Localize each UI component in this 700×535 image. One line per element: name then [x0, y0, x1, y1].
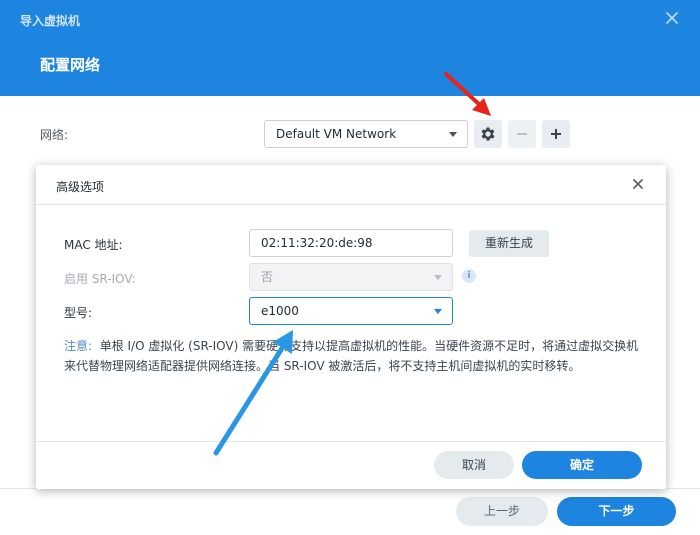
ok-button[interactable]: 确定	[522, 451, 642, 479]
mac-address-label: MAC 地址:	[64, 238, 123, 252]
advanced-options-dialog: 高级选项 MAC 地址: 02:11:32:20:de:98 重新生成 启用 S…	[36, 165, 666, 489]
model-select[interactable]: e1000	[249, 297, 453, 325]
plus-icon	[551, 129, 561, 139]
gear-icon	[481, 127, 495, 141]
model-label: 型号:	[64, 306, 93, 320]
wizard-title: 导入虚拟机	[20, 14, 81, 28]
info-icon[interactable]: i	[462, 269, 476, 283]
network-settings-button[interactable]	[474, 120, 502, 148]
chevron-down-icon	[434, 275, 442, 280]
previous-button[interactable]: 上一步	[456, 497, 548, 526]
mac-address-field[interactable]: 02:11:32:20:de:98	[249, 229, 453, 257]
close-icon[interactable]	[664, 10, 680, 26]
network-select[interactable]: Default VM Network	[264, 120, 468, 148]
wizard-header: 导入虚拟机 配置网络	[0, 0, 700, 96]
sriov-select-value: 否	[261, 270, 274, 284]
minus-icon	[517, 133, 527, 135]
network-label: 网络:	[40, 128, 69, 142]
cancel-button[interactable]: 取消	[434, 451, 514, 479]
remove-network-button[interactable]	[508, 120, 536, 148]
regenerate-button[interactable]: 重新生成	[469, 230, 549, 257]
sriov-label: 启用 SR-IOV:	[64, 272, 136, 286]
chevron-down-icon	[449, 132, 457, 137]
next-button[interactable]: 下一步	[557, 497, 676, 526]
sriov-note: 注意: 单根 I/O 虚拟化 (SR-IOV) 需要硬件支持以提高虚拟机的性能。…	[64, 336, 644, 376]
close-icon[interactable]	[630, 176, 646, 192]
dialog-title: 高级选项	[56, 180, 105, 194]
chevron-down-icon	[434, 309, 442, 314]
note-text: 单根 I/O 虚拟化 (SR-IOV) 需要硬件支持以提高虚拟机的性能。当硬件资…	[64, 339, 639, 373]
mac-address-value: 02:11:32:20:de:98	[261, 236, 373, 250]
sriov-select: 否	[249, 263, 453, 291]
add-network-button[interactable]	[542, 120, 570, 148]
note-label: 注意:	[64, 339, 93, 353]
step-title: 配置网络	[40, 56, 101, 74]
dialog-footer-divider	[36, 441, 666, 442]
network-select-value: Default VM Network	[276, 127, 397, 141]
dialog-divider	[36, 204, 666, 205]
model-select-value: e1000	[261, 304, 299, 318]
